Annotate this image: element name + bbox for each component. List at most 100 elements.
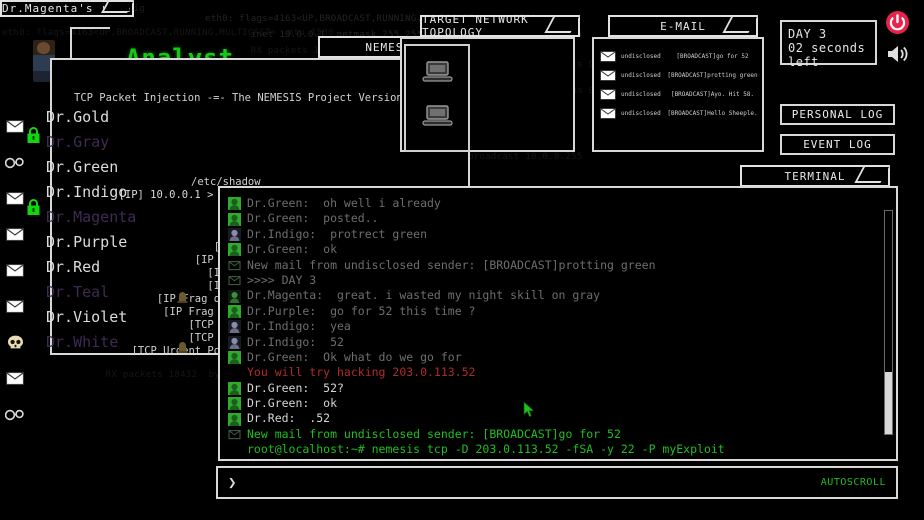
topology-node-column — [404, 44, 470, 152]
envelope-icon[interactable] — [2, 216, 28, 252]
tab-email[interactable]: E-MAIL — [608, 15, 758, 37]
notification-icon-rail — [2, 108, 28, 432]
envelope-icon[interactable] — [2, 180, 28, 216]
tab-notch — [854, 165, 890, 183]
terminal-log-text: Dr.Indigo: protrect green — [247, 227, 890, 242]
terminal-log-text: Dr.Magenta: great. i wasted my night ski… — [247, 288, 890, 303]
email-subject: [BROADCAST]protting green — [663, 72, 762, 79]
day-label: DAY 3 — [782, 22, 875, 41]
envelope-icon[interactable] — [2, 108, 28, 144]
email-row[interactable]: undisclosed[BROADCAST]Ayo. Hit 58. — [594, 85, 762, 104]
computer-node-icon[interactable] — [421, 60, 454, 86]
terminal-log-line: Dr.Green: ok — [228, 396, 890, 411]
player-list-item[interactable]: Dr.Purple — [46, 230, 196, 255]
terminal-log-line: Dr.Indigo: 52 — [228, 335, 890, 350]
player-list-item[interactable]: Dr.White — [46, 330, 196, 355]
player-list-item[interactable]: Dr.Teal — [46, 280, 196, 305]
terminal-log-text: You will try hacking 203.0.113.52 — [247, 365, 890, 380]
prompt-caret-icon: ❯ — [228, 475, 236, 491]
handcuffs-icon[interactable] — [2, 144, 28, 180]
no-avatar — [228, 443, 241, 456]
speaker-volume-button[interactable] — [886, 44, 910, 64]
tab-terminal[interactable]: TERMINAL — [740, 165, 890, 187]
email-subject: [BROADCAST]Hello Sheeple. — [663, 110, 762, 117]
player-name: Dr.Green — [46, 158, 118, 176]
email-list: undisclosed[BROADCAST]go for 52undisclos… — [594, 39, 762, 123]
handcuffs-icon[interactable] — [2, 396, 28, 432]
email-row[interactable]: undisclosed[BROADCAST]protting green — [594, 66, 762, 85]
terminal-log-text: Dr.Indigo: yea — [247, 319, 890, 334]
terminal-log-line: Dr.Indigo: yea — [228, 319, 890, 334]
player-list-item[interactable]: Dr.Red — [46, 255, 196, 280]
event-log-button[interactable]: EVENT LOG — [780, 134, 895, 155]
no-avatar — [228, 366, 241, 379]
tombstone-icon — [176, 286, 189, 299]
player-avatar-icon — [228, 397, 241, 410]
player-name: Dr.Violet — [46, 308, 127, 326]
player-name: Dr.Magenta — [46, 208, 136, 226]
terminal-log-line: New mail from undisclosed sender: [BROAD… — [228, 258, 890, 273]
player-name: Dr.Teal — [46, 283, 109, 301]
terminal-log-text: Dr.Green: ok — [247, 396, 890, 411]
player-list-item[interactable]: Dr.Indigo — [46, 180, 196, 205]
terminal-log-text: Dr.Green: posted.. — [247, 211, 890, 226]
scrollbar-thumb[interactable] — [885, 372, 892, 434]
player-name: Dr.White — [46, 333, 118, 351]
email-row[interactable]: undisclosed[BROADCAST]go for 52 — [594, 47, 762, 66]
terminal-log-text: Dr.Red: .52 — [247, 411, 890, 426]
email-sender: undisclosed — [621, 72, 663, 79]
autoscroll-indicator[interactable]: AUTOSCROLL — [821, 477, 886, 488]
terminal-panel: Dr.Green: oh well i alreadyDr.Green: pos… — [218, 186, 898, 461]
player-list-item[interactable]: Dr.Gray — [46, 130, 196, 155]
terminal-log: Dr.Green: oh well i alreadyDr.Green: pos… — [220, 188, 896, 459]
tab-target-network-topology[interactable]: TARGET NETWORK TOPOLOGY — [420, 15, 580, 37]
player-list-item[interactable]: Dr.Violet — [46, 305, 196, 330]
terminal-log-line: New mail from undisclosed sender: [BROAD… — [228, 427, 890, 442]
envelope-icon[interactable] — [2, 252, 28, 288]
terminal-log-line: Dr.Purple: go for 52 this time ? — [228, 304, 890, 319]
power-button[interactable] — [885, 10, 910, 35]
day-timer-box: DAY 3 02 seconds left — [780, 20, 877, 65]
terminal-log-text: Dr.Green: oh well i already — [247, 196, 890, 211]
timer-label: 02 seconds left — [782, 41, 875, 69]
terminal-log-text: Dr.Green: ok — [247, 242, 890, 257]
player-avatar-icon — [228, 382, 241, 395]
envelope-icon[interactable] — [2, 288, 28, 324]
role-tab: Dr.Magenta's role — [0, 0, 134, 17]
tab-email-label: E-MAIL — [660, 20, 706, 33]
player-avatar-icon — [228, 413, 241, 426]
terminal-log-text: New mail from undisclosed sender: [BROAD… — [247, 427, 890, 442]
mail-avatar-icon — [228, 274, 241, 287]
player-name: Dr.Red — [46, 258, 100, 276]
email-row[interactable]: undisclosed[BROADCAST]Hello Sheeple. — [594, 104, 762, 123]
tab-notch — [722, 15, 758, 33]
mail-avatar-icon — [228, 428, 241, 441]
computer-node-icon[interactable] — [421, 104, 454, 130]
player-list-item[interactable]: Dr.Gold — [46, 105, 196, 130]
personal-log-button[interactable]: PERSONAL LOG — [780, 104, 895, 125]
terminal-scrollbar[interactable] — [884, 210, 893, 435]
player-list-item[interactable]: Dr.Green — [46, 155, 196, 180]
player-avatar-icon — [228, 305, 241, 318]
player-name: Dr.Indigo — [46, 183, 127, 201]
player-avatar-icon — [228, 351, 241, 364]
terminal-log-line: Dr.Green: 52? — [228, 381, 890, 396]
player-avatar-icon — [228, 320, 241, 333]
personal-log-label: PERSONAL LOG — [792, 108, 883, 121]
player-avatar-icon — [228, 228, 241, 241]
email-sender: undisclosed — [621, 91, 663, 98]
terminal-log-line: Dr.Green: ok — [228, 242, 890, 257]
terminal-log-line: Dr.Green: oh well i already — [228, 196, 890, 211]
skull-icon[interactable] — [2, 324, 28, 360]
terminal-log-line: Dr.Indigo: protrect green — [228, 227, 890, 242]
terminal-log-line: Dr.Red: .52 — [228, 411, 890, 426]
terminal-log-text: Dr.Indigo: 52 — [247, 335, 890, 350]
terminal-input-bar[interactable]: ❯ AUTOSCROLL — [216, 466, 898, 499]
terminal-log-line: You will try hacking 203.0.113.52 — [228, 365, 890, 380]
padlock-icon — [26, 198, 41, 220]
player-list-item[interactable]: Dr.Magenta — [46, 205, 196, 230]
terminal-log-line: Dr.Magenta: great. i wasted my night ski… — [228, 288, 890, 303]
envelope-icon[interactable] — [2, 360, 28, 396]
player-name: Dr.Gold — [46, 108, 109, 126]
terminal-input[interactable] — [244, 476, 820, 490]
